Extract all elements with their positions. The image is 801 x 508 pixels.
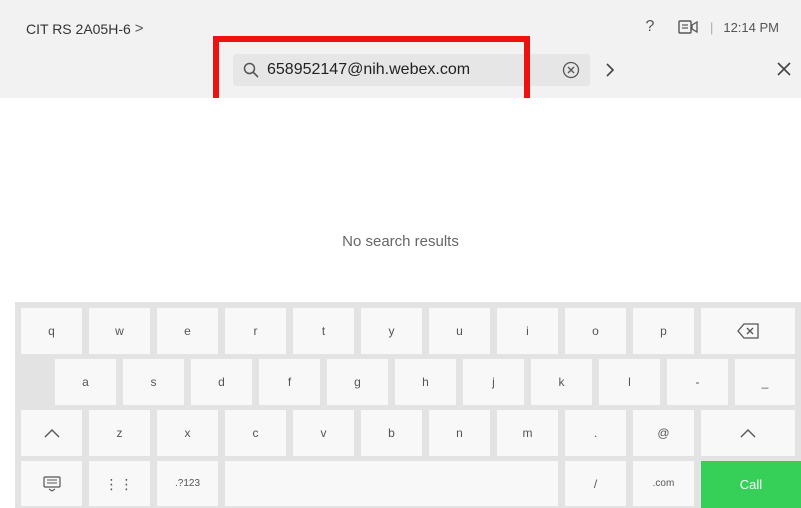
key-g[interactable]: g bbox=[327, 359, 388, 405]
close-icon[interactable] bbox=[773, 58, 795, 80]
device-name-label: CIT RS 2A05H-6 bbox=[26, 20, 131, 37]
key-slash[interactable]: / bbox=[565, 461, 626, 506]
key-q[interactable]: q bbox=[21, 308, 82, 354]
shift-key-right[interactable] bbox=[701, 410, 795, 456]
key-u[interactable]: u bbox=[429, 308, 490, 354]
space-key[interactable] bbox=[225, 461, 558, 506]
key-underscore[interactable]: _ bbox=[735, 359, 795, 405]
clear-icon[interactable] bbox=[562, 61, 580, 79]
key-r[interactable]: r bbox=[225, 308, 286, 354]
key-n[interactable]: n bbox=[429, 410, 490, 456]
shift-icon bbox=[44, 429, 59, 438]
shift-icon bbox=[740, 429, 756, 438]
key-x[interactable]: x bbox=[157, 410, 218, 456]
numbers-key[interactable]: .?123 bbox=[157, 461, 218, 506]
help-icon[interactable]: ? bbox=[640, 18, 660, 36]
search-results-area: No search results bbox=[0, 98, 801, 298]
camera-icon[interactable] bbox=[678, 19, 698, 35]
key-p[interactable]: p bbox=[633, 308, 694, 354]
key-hyphen[interactable]: - bbox=[667, 359, 728, 405]
key-c[interactable]: c bbox=[225, 410, 286, 456]
status-area: ? | 12:14 PM bbox=[640, 18, 780, 36]
dotcom-key[interactable]: .com bbox=[633, 461, 694, 506]
key-m[interactable]: m bbox=[497, 410, 558, 456]
keyboard-icon bbox=[42, 475, 61, 492]
backspace-icon bbox=[737, 323, 759, 339]
key-i[interactable]: i bbox=[497, 308, 558, 354]
key-s[interactable]: s bbox=[123, 359, 184, 405]
key-d[interactable]: d bbox=[191, 359, 252, 405]
key-j[interactable]: j bbox=[463, 359, 524, 405]
key-h[interactable]: h bbox=[395, 359, 456, 405]
shift-key-left[interactable] bbox=[21, 410, 82, 456]
chevron-right-icon: > bbox=[134, 20, 144, 37]
key-o[interactable]: o bbox=[565, 308, 626, 354]
key-w[interactable]: w bbox=[89, 308, 150, 354]
key-t[interactable]: t bbox=[293, 308, 354, 354]
key-period[interactable]: . bbox=[565, 410, 626, 456]
no-results-text: No search results bbox=[342, 233, 459, 250]
key-a[interactable]: a bbox=[55, 359, 116, 405]
hide-keyboard-key[interactable] bbox=[21, 461, 82, 506]
clock: 12:14 PM bbox=[723, 19, 779, 35]
key-v[interactable]: v bbox=[293, 410, 354, 456]
call-button[interactable]: Call bbox=[701, 461, 801, 508]
key-b[interactable]: b bbox=[361, 410, 422, 456]
backspace-key[interactable] bbox=[701, 308, 795, 354]
key-l[interactable]: l bbox=[599, 359, 660, 405]
go-button[interactable] bbox=[600, 58, 620, 82]
key-e[interactable]: e bbox=[157, 308, 218, 354]
dots-key[interactable]: ⋮⋮ bbox=[89, 461, 150, 506]
device-name-menu[interactable]: CIT RS 2A05H-6 > bbox=[26, 20, 144, 37]
key-f[interactable]: f bbox=[259, 359, 320, 405]
status-separator: | bbox=[709, 19, 714, 35]
key-at[interactable]: @ bbox=[633, 410, 694, 456]
key-y[interactable]: y bbox=[361, 308, 422, 354]
key-z[interactable]: z bbox=[89, 410, 150, 456]
key-k[interactable]: k bbox=[531, 359, 592, 405]
on-screen-keyboard: q w e r t y u i o p a s d f g h j k l - … bbox=[15, 302, 801, 508]
